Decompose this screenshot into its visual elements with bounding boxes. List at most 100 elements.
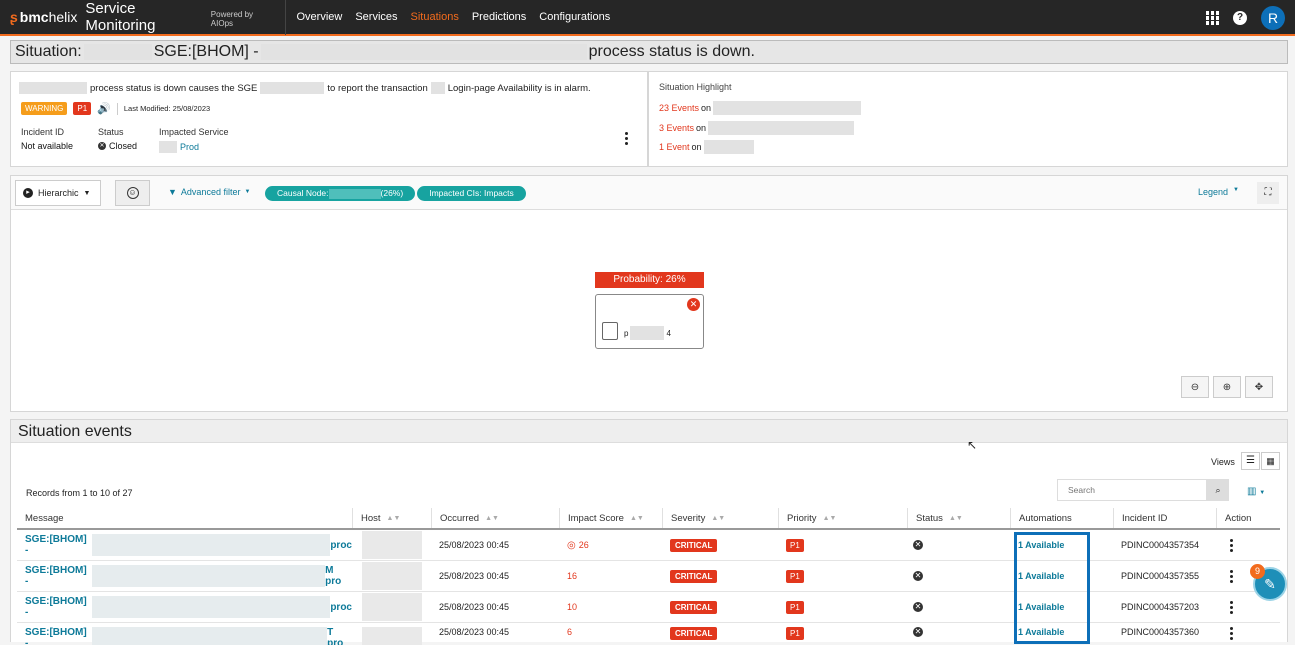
reset-view-button[interactable]: ☺ bbox=[115, 180, 150, 206]
help-icon[interactable]: ? bbox=[1233, 11, 1247, 25]
chat-icon: ✎ bbox=[1264, 575, 1276, 592]
table-row[interactable]: SGE:[BHOM] - M pro 25/08/2023 00:45 16 CR… bbox=[17, 561, 1280, 592]
automations-highlight-box bbox=[1014, 532, 1090, 644]
col-message[interactable]: Message bbox=[17, 508, 352, 528]
occurred: 25/08/2023 00:45 bbox=[439, 627, 510, 637]
causal-node[interactable]: ✕ p 4 bbox=[595, 294, 704, 349]
table-row[interactable]: SGE:[BHOM] - proc 25/08/2023 00:45 ◎ 26 CR… bbox=[17, 530, 1280, 561]
highlight-count-2[interactable]: 3 Events bbox=[659, 123, 694, 133]
impact-score: 16 bbox=[567, 571, 578, 581]
situation-more-menu[interactable] bbox=[625, 132, 628, 145]
advanced-filter-button[interactable]: ▼ Advanced filter ▼ bbox=[168, 187, 250, 197]
event-message[interactable]: SGE:[BHOM] - bbox=[25, 565, 92, 587]
incident-id: PDINC0004357360 bbox=[1121, 627, 1200, 637]
nav-overview[interactable]: Overview bbox=[290, 11, 349, 23]
impacted-service-link[interactable]: Prod bbox=[180, 142, 199, 152]
person-icon: ☺ bbox=[126, 187, 139, 199]
severity-badge: CRITICAL bbox=[670, 627, 718, 640]
severity-badge: CRITICAL bbox=[670, 538, 718, 552]
occurred: 25/08/2023 00:45 bbox=[439, 602, 510, 612]
node-label-b: 4 bbox=[666, 328, 671, 338]
events-title: Situation events bbox=[18, 423, 132, 440]
nav-predictions[interactable]: Predictions bbox=[465, 11, 532, 23]
view-dropdown[interactable]: ▸ Hierarchic ▼ bbox=[15, 180, 101, 206]
event-message-tail[interactable]: proc bbox=[330, 540, 352, 551]
nav-configurations[interactable]: Configurations bbox=[533, 11, 617, 23]
event-message[interactable]: SGE:[BHOM] - bbox=[25, 596, 92, 618]
event-message-tail[interactable]: T pro bbox=[327, 627, 352, 645]
zoom-in-icon[interactable]: ⊕ bbox=[1213, 376, 1241, 398]
severity-badge: CRITICAL bbox=[670, 569, 718, 583]
col-status[interactable]: Status ▲▼ bbox=[907, 508, 1010, 528]
target-icon: ◎ bbox=[567, 539, 576, 551]
legend-label: Legend bbox=[1198, 187, 1229, 197]
col-action-label: Action bbox=[1225, 512, 1252, 524]
search-icon[interactable]: ⌕ bbox=[1207, 479, 1229, 501]
highlight-on-1: on bbox=[701, 103, 712, 113]
event-message-tail[interactable]: proc bbox=[330, 602, 352, 613]
column-chooser-icon[interactable]: ▥ ▼ bbox=[1247, 486, 1265, 497]
col-automations: Automations bbox=[1010, 508, 1113, 528]
speaker-icon[interactable]: 🔊 bbox=[97, 102, 111, 115]
situation-highlight: Situation Highlight 23 Events on 3 Events… bbox=[648, 71, 1288, 167]
col-priority[interactable]: Priority ▲▼ bbox=[778, 508, 907, 528]
desc-b: to report the transaction bbox=[327, 82, 428, 94]
event-message[interactable]: SGE:[BHOM] - bbox=[25, 534, 92, 556]
zoom-out-icon[interactable]: ⊖ bbox=[1181, 376, 1209, 398]
last-modified: Last Modified: 25/08/2023 bbox=[123, 104, 211, 113]
table-row[interactable]: SGE:[BHOM] - proc 25/08/2023 00:45 10 CRI… bbox=[17, 592, 1280, 623]
event-message[interactable]: SGE:[BHOM] - bbox=[25, 627, 92, 645]
col-occurred[interactable]: Occurred ▲▼ bbox=[431, 508, 559, 528]
row-action-menu[interactable] bbox=[1230, 600, 1233, 614]
legend-dropdown[interactable]: Legend ▼ bbox=[1198, 187, 1239, 197]
priority-badge: P1 bbox=[786, 600, 804, 614]
product-name: Service Monitoring bbox=[85, 0, 156, 34]
incident-id-value: Not available bbox=[21, 141, 74, 151]
chip-causal-pct: (26%) bbox=[380, 188, 404, 198]
brand[interactable]: ʂ bmc helix Service Monitoring Powered b… bbox=[0, 0, 286, 35]
event-message-tail[interactable]: M pro bbox=[325, 565, 352, 587]
row-action-menu[interactable] bbox=[1230, 538, 1233, 552]
highlight-count-1[interactable]: 23 Events bbox=[659, 103, 699, 113]
col-host[interactable]: Host ▲▼ bbox=[352, 508, 431, 528]
nav-services[interactable]: Services bbox=[349, 11, 404, 23]
priority-badge: P1 bbox=[786, 627, 804, 640]
col-incident-id: Incident ID bbox=[1113, 508, 1216, 528]
causal-node-chip[interactable]: Causal Node: (26%) bbox=[265, 186, 416, 201]
views-label: Views bbox=[1211, 457, 1235, 467]
col-occurred-label: Occurred bbox=[440, 512, 480, 524]
impacted-cis-chip[interactable]: Impacted CIs: Impacts bbox=[417, 186, 526, 201]
row-action-menu[interactable] bbox=[1230, 627, 1233, 640]
col-priority-label: Priority bbox=[787, 512, 817, 524]
fullscreen-icon[interactable]: ⛶ bbox=[1257, 182, 1279, 204]
situation-summary: process status is down causes the SGE to… bbox=[10, 71, 648, 167]
col-automations-label: Automations bbox=[1019, 512, 1072, 524]
impacted-service-label: Impacted Service bbox=[159, 127, 229, 137]
brand-logo: bmc bbox=[19, 9, 49, 25]
col-score-label: Impact Score bbox=[568, 512, 624, 524]
probability-label: Probability: 26% bbox=[595, 272, 704, 288]
title-prefix: Situation: bbox=[15, 43, 82, 60]
avatar[interactable]: R bbox=[1261, 6, 1285, 30]
close-icon[interactable]: ✕ bbox=[687, 298, 700, 311]
grid-view-icon[interactable]: ▦ bbox=[1261, 452, 1280, 470]
sort-icon: ▲▼ bbox=[948, 514, 963, 522]
sort-icon: ▲▼ bbox=[629, 514, 644, 522]
chevron-down-icon: ▼ bbox=[83, 189, 91, 197]
severity-badge: WARNING bbox=[21, 102, 68, 115]
mouse-cursor-icon: ↖ bbox=[967, 438, 978, 452]
highlight-count-3[interactable]: 1 Event bbox=[659, 142, 690, 152]
row-action-menu[interactable] bbox=[1230, 569, 1233, 583]
app-grid-icon[interactable] bbox=[1205, 11, 1219, 25]
impact-score: 6 bbox=[567, 627, 573, 637]
nav-situations[interactable]: Situations bbox=[404, 11, 465, 23]
filter-icon: ▼ bbox=[168, 187, 177, 197]
col-impact-score[interactable]: Impact Score ▲▼ bbox=[559, 508, 662, 528]
list-view-icon[interactable]: ☰ bbox=[1241, 452, 1260, 470]
col-message-label: Message bbox=[25, 512, 64, 524]
fit-view-icon[interactable]: ✥ bbox=[1245, 376, 1273, 398]
search-input[interactable] bbox=[1057, 479, 1207, 501]
col-severity[interactable]: Severity ▲▼ bbox=[662, 508, 778, 528]
priority-badge: P1 bbox=[73, 102, 92, 115]
sort-icon: ▲▼ bbox=[485, 514, 499, 522]
